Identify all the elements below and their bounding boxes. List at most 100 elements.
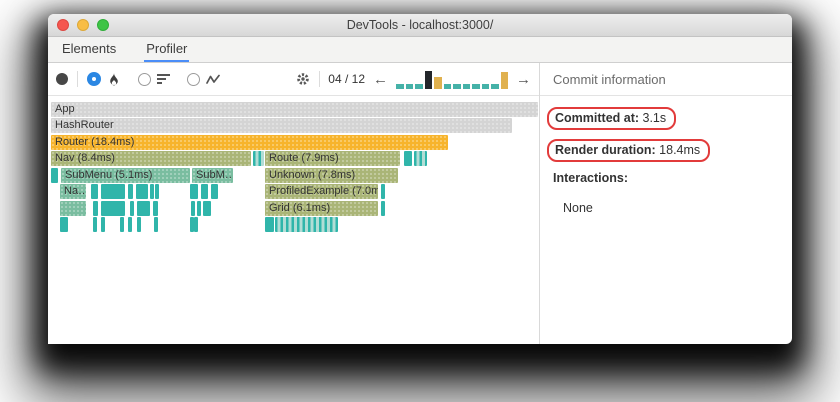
flame-bar[interactable] <box>201 184 208 199</box>
flame-bar[interactable]: SubMenu (5.1ms) <box>61 168 190 183</box>
flame-bar[interactable] <box>275 217 338 232</box>
tab-bar: Elements Profiler <box>48 37 792 63</box>
commit-minichart[interactable] <box>396 69 508 89</box>
flame-bar[interactable] <box>60 217 68 232</box>
main-split: 04 / 12 ← → App HashRouter Router (18.4ms)… <box>48 63 792 344</box>
flame-bar[interactable] <box>136 184 148 199</box>
gear-icon[interactable] <box>295 71 311 87</box>
committed-at-row: Committed at: 3.1s <box>547 107 779 130</box>
minichart-bar[interactable] <box>491 84 499 89</box>
flame-bar[interactable]: Nav (8.4ms) <box>51 151 251 166</box>
render-duration-label: Render duration: <box>555 143 656 157</box>
flame-bar[interactable] <box>91 184 98 199</box>
minichart-bar[interactable] <box>462 84 470 89</box>
flame-bar[interactable] <box>194 217 198 232</box>
flame-bar[interactable]: Route (7.9ms) <box>265 151 400 166</box>
interactions-icon <box>206 74 220 84</box>
devtools-window: DevTools - localhost:3000/ Elements Prof… <box>48 14 792 344</box>
commit-info-title: Commit information <box>553 71 666 87</box>
flame-bar[interactable] <box>265 217 274 232</box>
commit-info-header: Commit information <box>540 63 792 96</box>
interactions-view-option[interactable] <box>187 72 221 86</box>
flame-bar[interactable] <box>155 184 159 199</box>
zoom-button[interactable] <box>97 19 109 31</box>
minichart-bar[interactable] <box>396 84 404 89</box>
flame-bar[interactable] <box>101 217 105 232</box>
flame-bar[interactable] <box>101 184 125 199</box>
record-icon[interactable] <box>56 73 68 85</box>
committed-at-value: 3.1s <box>639 111 667 125</box>
flamegraph-radio[interactable] <box>87 72 101 86</box>
minichart-bar[interactable] <box>415 84 423 89</box>
tab-elements[interactable]: Elements <box>60 37 118 62</box>
flamegraph-view-option[interactable] <box>87 72 121 87</box>
tab-profiler[interactable]: Profiler <box>144 37 190 62</box>
flame-bar[interactable] <box>253 151 264 166</box>
flame-bar[interactable] <box>381 184 385 199</box>
flame-bar[interactable] <box>153 201 158 216</box>
flame-bar[interactable] <box>93 217 97 232</box>
minichart-bar[interactable] <box>424 71 432 89</box>
flame-bar[interactable] <box>404 151 412 166</box>
tab-elements-label: Elements <box>62 41 117 56</box>
flame-bar[interactable] <box>128 217 132 232</box>
flame-bar[interactable] <box>211 184 218 199</box>
interactions-value: None <box>563 201 593 215</box>
toolbar-divider <box>77 71 78 87</box>
minichart-bar[interactable] <box>453 84 461 89</box>
minichart-bar[interactable] <box>405 84 413 89</box>
window-title: DevTools - localhost:3000/ <box>346 18 494 32</box>
flame-bar[interactable]: App <box>51 102 538 117</box>
minichart-bar[interactable] <box>472 84 480 89</box>
commit-info-pane: Commit information Committed at: 3.1s Re… <box>540 63 792 344</box>
flame-bar[interactable] <box>197 201 201 216</box>
next-commit-arrow[interactable]: → <box>516 72 531 87</box>
flame-bar[interactable] <box>150 184 154 199</box>
flame-bar[interactable] <box>190 184 198 199</box>
flame-bar[interactable] <box>93 201 98 216</box>
flame-bar[interactable]: Unknown (7.8ms) <box>265 168 398 183</box>
commit-navigation: 04 / 12 ← → <box>295 69 531 89</box>
ranked-icon <box>157 74 170 84</box>
flame-bar[interactable] <box>137 201 150 216</box>
minimize-button[interactable] <box>77 19 89 31</box>
flame-bar[interactable]: ProfiledExample (7.0ms) <box>265 184 378 199</box>
flame-bar[interactable] <box>128 184 133 199</box>
ranked-view-option[interactable] <box>138 72 170 86</box>
flame-bar[interactable]: SubM… <box>192 168 233 183</box>
profiler-pane: 04 / 12 ← → App HashRouter Router (18.4ms)… <box>48 63 540 344</box>
ranked-radio[interactable] <box>138 72 151 86</box>
flame-bar[interactable] <box>381 201 385 216</box>
minichart-bar[interactable] <box>434 77 442 89</box>
close-button[interactable] <box>57 19 69 31</box>
flame-bar[interactable] <box>191 201 195 216</box>
tab-profiler-label: Profiler <box>146 41 188 56</box>
commit-count: 04 / 12 <box>328 72 365 86</box>
prev-commit-arrow[interactable]: ← <box>373 72 388 87</box>
minichart-bar[interactable] <box>500 72 508 89</box>
flame-bar[interactable] <box>101 201 125 216</box>
flame-bar[interactable] <box>414 151 427 166</box>
minichart-bar[interactable] <box>443 84 451 89</box>
toolbar-divider-2 <box>319 71 321 87</box>
flame-bar[interactable]: Router (18.4ms) <box>51 135 448 150</box>
interactions-label: Interactions: <box>553 171 629 185</box>
flame-bar[interactable]: Na… <box>60 184 86 199</box>
titlebar[interactable]: DevTools - localhost:3000/ <box>48 14 792 37</box>
flame-bar[interactable] <box>203 201 211 216</box>
flamegraph: App HashRouter Router (18.4ms) Nav (8.4ms) R… <box>48 96 539 344</box>
flame-bar[interactable] <box>51 168 58 183</box>
flame-bar[interactable] <box>154 217 158 232</box>
render-duration-value: 18.4ms <box>655 143 701 157</box>
minichart-bar[interactable] <box>481 84 489 89</box>
flame-bar[interactable] <box>60 201 86 216</box>
flame-bar[interactable]: Grid (6.1ms) <box>265 201 378 216</box>
interactions-radio[interactable] <box>187 72 200 86</box>
commit-info-body: Committed at: 3.1s Render duration: 18.4… <box>540 96 792 226</box>
flame-bar[interactable] <box>130 201 134 216</box>
flame-bar[interactable] <box>137 217 141 232</box>
annotation-committed-at: Committed at: 3.1s <box>547 107 677 130</box>
flame-bar[interactable] <box>120 217 124 232</box>
traffic-lights <box>57 19 109 31</box>
flame-bar[interactable]: HashRouter <box>51 118 512 133</box>
